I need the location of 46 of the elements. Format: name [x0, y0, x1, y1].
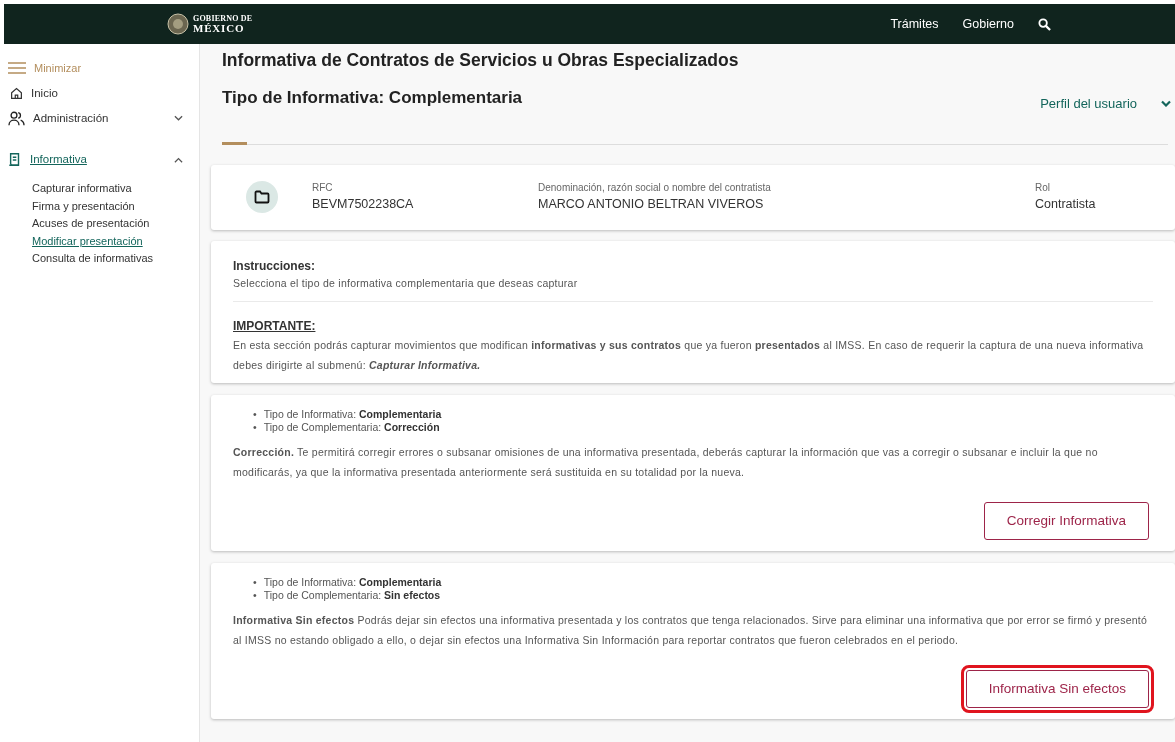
- document-icon: [8, 152, 22, 168]
- field-value: MARCO ANTONIO BELTRAN VIVEROS: [538, 196, 765, 214]
- search-icon[interactable]: [1038, 17, 1051, 31]
- option-description: Corrección. Te permitirá corregir errores o subsanar omisiones de una informativa presentada, deberás capturar la información que vas a corregir o subsanar e incluir la que no modificarás, ya que la informativa presentada anteriormente será sustituida en su totalidad por la nueva.: [233, 444, 1099, 480]
- submenu-item[interactable]: Modificar presentación: [32, 232, 143, 251]
- bullet-marker: •: [253, 407, 257, 421]
- emblem-icon: [167, 13, 189, 35]
- bullet-text: Tipo de Informativa: Complementaria: [263, 575, 442, 589]
- action-button[interactable]: Corregir Informativa: [983, 501, 1149, 540]
- bullet-marker: •: [253, 420, 257, 434]
- important-text: En esta sección podrás capturar movimientos que modifican informativas y sus contratos que ya fueron presentados al IMSS. En caso de requerir la captura de una nueva informativa debes dirigirte al submenú: Capturar Informativa.: [233, 337, 1145, 373]
- chevron-icon[interactable]: [1161, 100, 1171, 108]
- chevron-icon[interactable]: [174, 115, 183, 122]
- home-icon: [10, 86, 23, 100]
- submenu-item[interactable]: Capturar informativa: [32, 180, 132, 198]
- bullet-marker: •: [253, 588, 257, 602]
- bullet-text: Tipo de Complementaria: Sin efectos: [263, 588, 441, 602]
- sidebar-item[interactable]: Informativa: [30, 151, 87, 169]
- users-icon: [8, 110, 25, 126]
- field-label: Denominación, razón social o nombre del contratista: [538, 181, 772, 196]
- instructions-heading: Instrucciones:: [233, 257, 317, 275]
- nav-link[interactable]: Trámites: [890, 14, 939, 34]
- logo-text: GOBIERNO DE: [193, 14, 253, 23]
- tab-indicator: [222, 141, 247, 145]
- chevron-icon[interactable]: [174, 156, 183, 163]
- option-description: Informativa Sin efectos Podrás dejar sin efectos una informativa presentada y los contratos que tenga relacionados. Sirve para eliminar una informativa que por error se firmó y presentó al IMSS no estando obligado a ello, o dejar sin efectos una Informativa Sin Información para reportar contratos que fueron celebrados en el periodo.: [233, 612, 1149, 648]
- logo-text: MÉXICO: [193, 22, 245, 34]
- important-heading: IMPORTANTE:: [233, 317, 317, 335]
- folder-icon: [254, 190, 270, 204]
- page-title: Informativa de Contratos de Servicios u Obras Especializados: [222, 50, 740, 71]
- field-label: RFC: [312, 181, 334, 196]
- sidebar-item[interactable]: Administración: [33, 109, 109, 127]
- profile-link[interactable]: Perfil del usuario: [1040, 94, 1137, 114]
- field-value: Contratista: [1035, 196, 1096, 214]
- bullet-text: Tipo de Complementaria: Corrección: [263, 420, 440, 434]
- page-subtitle: Tipo de Informativa: Complementaria: [222, 88, 523, 109]
- submenu-item[interactable]: Acuses de presentación: [32, 215, 150, 233]
- nav-link[interactable]: Gobierno: [962, 14, 1014, 34]
- submenu-item[interactable]: Firma y presentación: [32, 197, 135, 216]
- field-value: BEVM7502238CA: [312, 196, 415, 214]
- bullet-marker: •: [253, 575, 257, 589]
- bullet-text: Tipo de Informativa: Complementaria: [263, 407, 442, 421]
- field-label: Rol: [1035, 181, 1051, 196]
- instructions-text: Selecciona el tipo de informativa complementaria que deseas capturar: [233, 275, 579, 291]
- submenu-item[interactable]: Consulta de informativas: [32, 250, 154, 268]
- sidebar-item[interactable]: Inicio: [31, 84, 58, 102]
